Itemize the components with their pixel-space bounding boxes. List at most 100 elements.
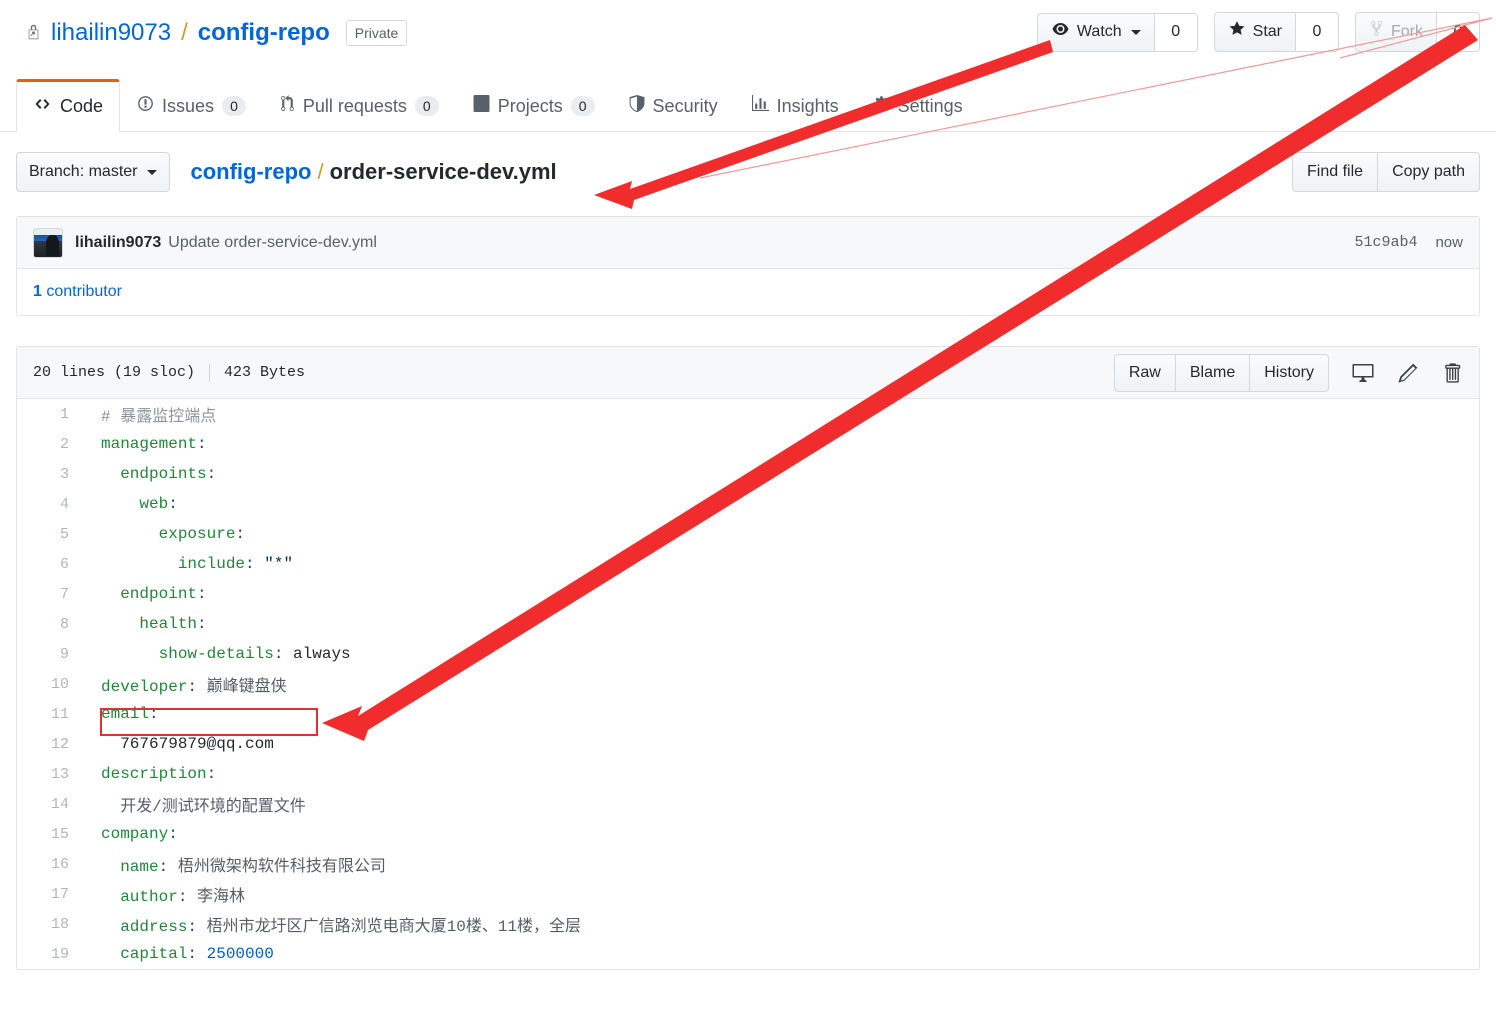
tab-insights[interactable]: Insights — [735, 79, 856, 132]
copy-path-button[interactable]: Copy path — [1377, 152, 1480, 192]
code-line-content: author: 李海林 — [81, 879, 1479, 909]
code-line: 7 endpoint: — [17, 579, 1479, 609]
line-number[interactable]: 12 — [17, 729, 81, 759]
tab-projects[interactable]: Projects 0 — [456, 79, 612, 132]
gear-icon — [873, 93, 890, 119]
star-count[interactable]: 0 — [1295, 12, 1339, 52]
line-number[interactable]: 5 — [17, 519, 81, 549]
commit-author[interactable]: lihailin9073 — [75, 234, 161, 252]
star-button[interactable]: Star — [1213, 12, 1295, 52]
code-token: : — [168, 495, 178, 513]
fork-button: Fork — [1355, 12, 1436, 52]
commit-time: now — [1435, 234, 1463, 251]
code-line-content: # 暴露监控端点 — [81, 399, 1479, 429]
branch-label: Branch: master — [29, 163, 138, 180]
code-lines: 1 # 暴露监控端点 2 management: 3 endpoints: 4 web: 5… — [17, 399, 1479, 969]
desktop-download-icon[interactable] — [1351, 361, 1375, 385]
line-number[interactable]: 10 — [17, 669, 81, 699]
code-token: 梧州微架构软件科技有限公司 — [177, 858, 386, 876]
page-root: lihailin9073 / config-repo Private Watch… — [0, 0, 1496, 1022]
code-token: # 暴露监控端点 — [101, 408, 217, 426]
watch-count[interactable]: 0 — [1153, 12, 1198, 52]
code-line: 13 description: — [17, 759, 1479, 789]
trash-icon[interactable] — [1441, 362, 1463, 384]
raw-button[interactable]: Raw — [1113, 353, 1175, 392]
code-table: 1 # 暴露监控端点 2 management: 3 endpoints: 4 web: 5… — [17, 399, 1479, 969]
commit-message[interactable]: Update order-service-dev.yml — [168, 234, 377, 252]
tab-code-label: Code — [60, 96, 104, 116]
code-token: include — [177, 555, 246, 573]
chevron-down-icon — [1130, 29, 1141, 35]
code-token: name — [120, 858, 159, 876]
fork-count[interactable]: 0 — [1436, 12, 1480, 52]
breadcrumb-repo-link[interactable]: config-repo — [190, 158, 311, 186]
tab-code[interactable]: Code — [16, 79, 121, 132]
line-number[interactable]: 11 — [17, 699, 81, 729]
line-number[interactable]: 2 — [17, 429, 81, 459]
line-number[interactable]: 17 — [17, 879, 81, 909]
code-token: : — [149, 705, 159, 723]
commit-sha[interactable]: 51c9ab4 — [1354, 234, 1417, 251]
line-number[interactable]: 7 — [17, 579, 81, 609]
line-number[interactable]: 6 — [17, 549, 81, 579]
repo-owner-link[interactable]: lihailin9073 — [51, 18, 171, 48]
repo-name-link[interactable]: config-repo — [198, 18, 330, 48]
pencil-icon[interactable] — [1397, 362, 1419, 384]
code-line: 14 开发/测试环境的配置文件 — [17, 789, 1479, 819]
line-number[interactable]: 18 — [17, 909, 81, 939]
code-line: 6 include: "*" — [17, 549, 1479, 579]
code-token: exposure — [158, 525, 236, 543]
history-button[interactable]: History — [1249, 353, 1329, 392]
watch-button[interactable]: Watch — [1036, 12, 1154, 52]
line-number[interactable]: 8 — [17, 609, 81, 639]
project-board-icon — [473, 93, 490, 119]
line-number[interactable]: 16 — [17, 849, 81, 879]
tab-issues[interactable]: Issues 0 — [120, 79, 263, 132]
code-line-content: email: — [81, 699, 1479, 729]
blame-button[interactable]: Blame — [1174, 353, 1250, 392]
code-line-content: endpoints: — [81, 459, 1479, 489]
code-line-content: 开发/测试环境的配置文件 — [81, 789, 1479, 819]
find-file-button[interactable]: Find file — [1292, 152, 1378, 192]
star-label: Star — [1252, 23, 1282, 40]
line-number[interactable]: 13 — [17, 759, 81, 789]
line-number[interactable]: 19 — [17, 939, 81, 969]
lock-icon — [24, 22, 43, 44]
line-number[interactable]: 14 — [17, 789, 81, 819]
code-line-content: show-details: always — [81, 639, 1479, 669]
tab-issues-label: Issues — [162, 96, 215, 116]
code-line-content: capital: 2500000 — [81, 939, 1479, 969]
graph-icon — [751, 93, 769, 119]
line-number[interactable]: 4 — [17, 489, 81, 519]
code-line-content: include: "*" — [81, 549, 1479, 579]
line-number[interactable]: 3 — [17, 459, 81, 489]
tab-pull-requests[interactable]: Pull requests 0 — [263, 79, 456, 132]
line-number[interactable]: 1 — [17, 399, 81, 429]
branch-selector-button[interactable]: Branch: master — [16, 152, 171, 192]
tab-insights-label: Insights — [776, 96, 839, 116]
code-token: address — [120, 918, 188, 936]
contributors-count: 1 — [33, 283, 42, 300]
chevron-down-icon — [147, 169, 158, 175]
contributors-link[interactable]: 1 contributor — [33, 283, 122, 300]
tab-security[interactable]: Security — [612, 79, 735, 132]
code-token: : — [158, 858, 178, 876]
code-line: 12 767679879@qq.com — [17, 729, 1479, 759]
code-line: 10 developer: 巅峰键盘侠 — [17, 669, 1479, 699]
line-number[interactable]: 9 — [17, 639, 81, 669]
eye-icon — [1051, 21, 1070, 44]
line-number[interactable]: 15 — [17, 819, 81, 849]
tab-settings[interactable]: Settings — [856, 79, 980, 132]
code-line-content: web: — [81, 489, 1479, 519]
code-token: : — [197, 615, 207, 633]
code-line: 15 company: — [17, 819, 1479, 849]
git-pull-request-icon — [280, 93, 295, 119]
tab-settings-label: Settings — [897, 96, 963, 116]
latest-commit-row: lihailin9073 Update order-service-dev.ym… — [17, 217, 1479, 269]
